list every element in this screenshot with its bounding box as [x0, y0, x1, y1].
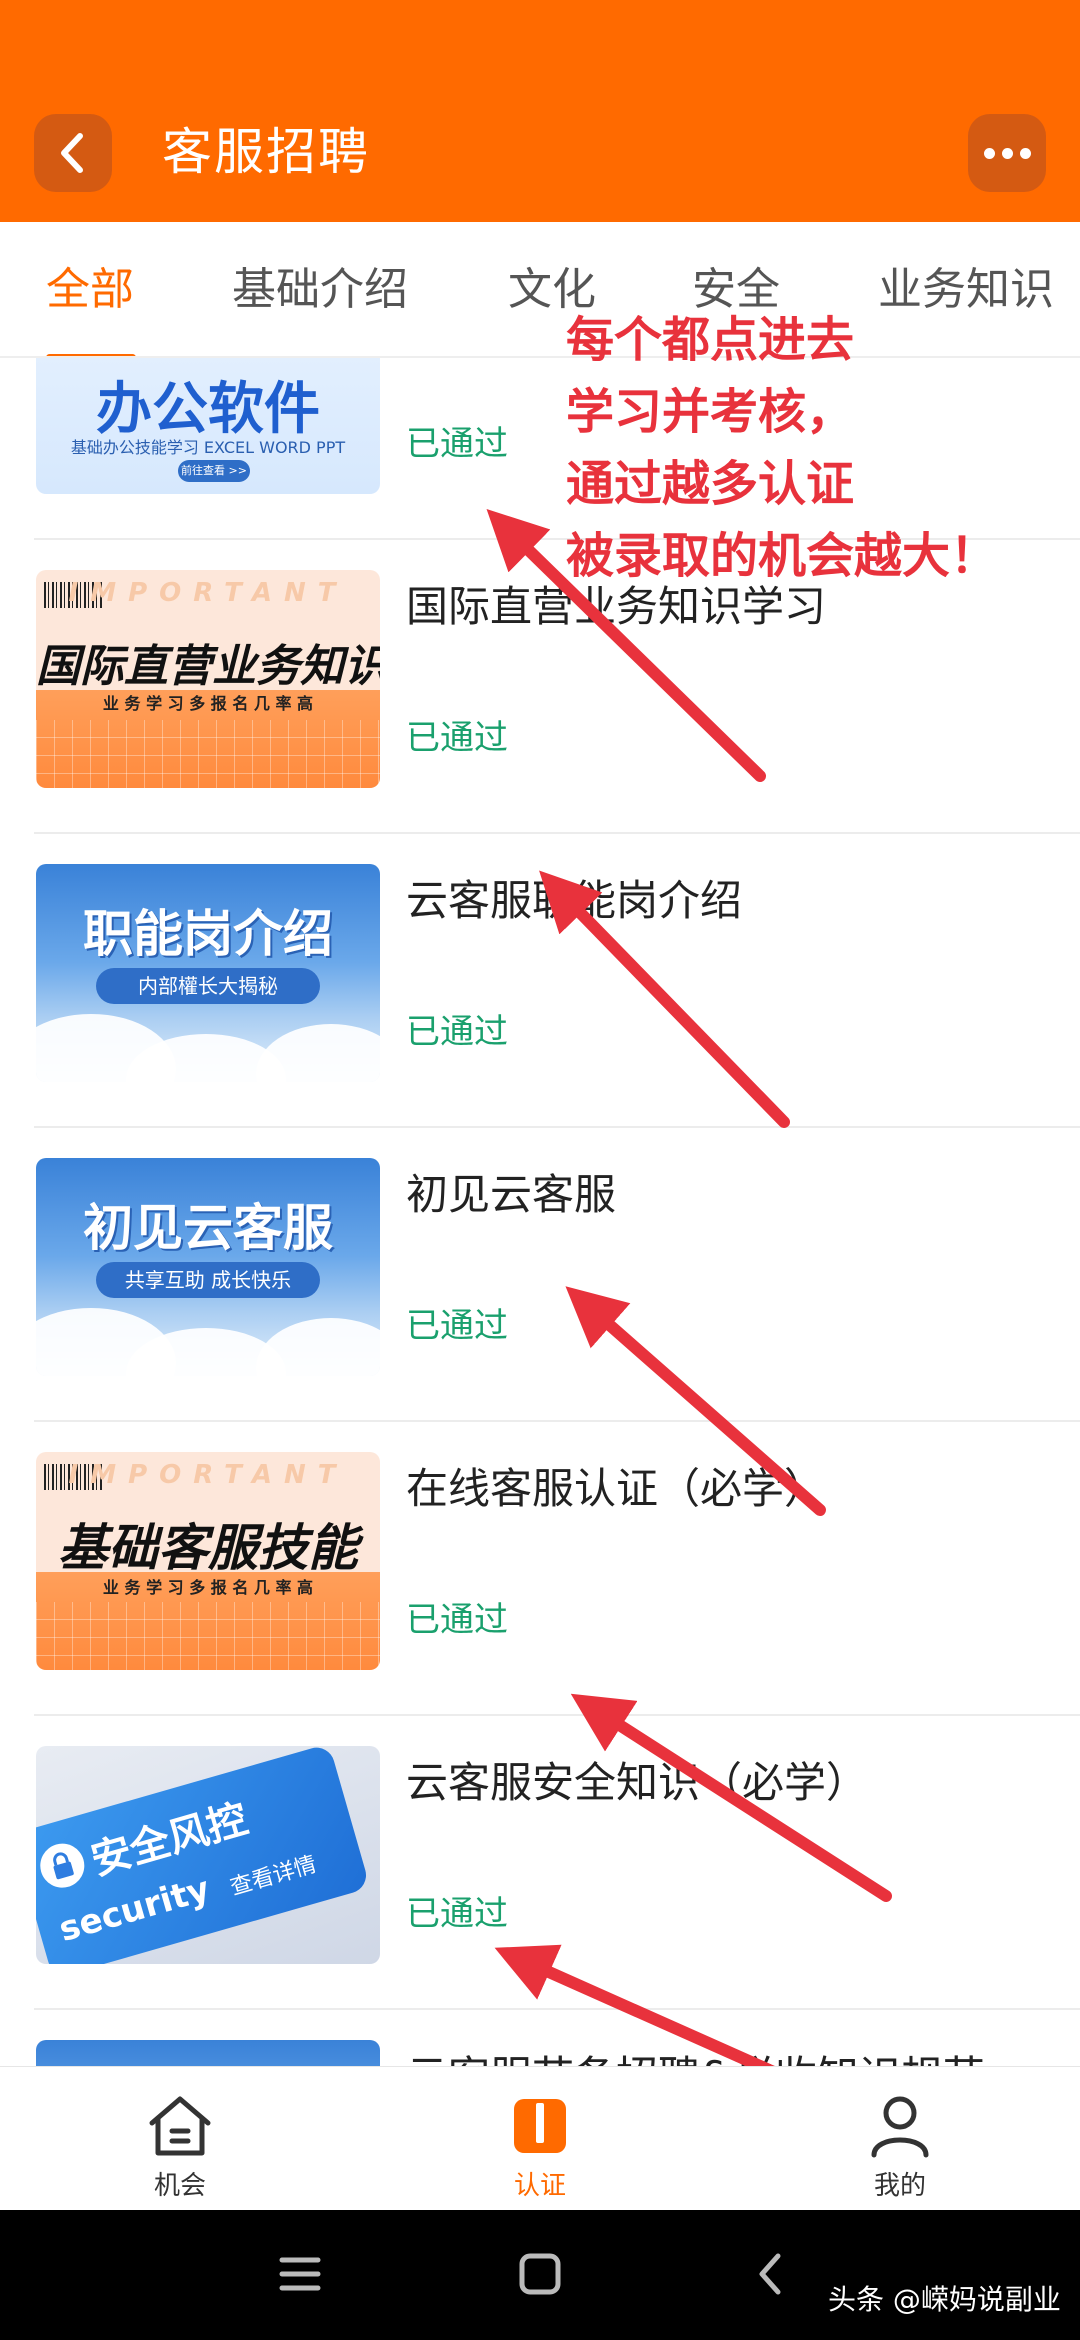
course-title: 云客服安全知识（必学）: [406, 1758, 869, 1807]
security-block-image: 安全风控 security 查看详情: [36, 1746, 371, 1964]
annotation-line: 通过越多认证: [566, 456, 855, 512]
annotation-text: 每个都点进去 学习并考核， 通过越多认证 被录取的机会越大！: [566, 304, 1066, 592]
home-icon: [149, 2096, 211, 2156]
status-badge: 已通过: [406, 1600, 508, 1640]
status-badge: 已通过: [406, 1306, 508, 1346]
nav-label: 机会: [153, 2171, 206, 2201]
thumbnail-headline: 初见云客服: [83, 1199, 333, 1257]
status-badge: 已通过: [406, 1012, 508, 1052]
cloud-image: [256, 1318, 380, 1376]
nav-mine[interactable]: 我的: [800, 2067, 1000, 2211]
course-thumbnail: 职能岗介绍 内部權长大揭秘: [36, 864, 380, 1082]
thumbnail-subtitle: 内部權长大揭秘: [96, 968, 320, 1004]
status-badge: 已通过: [406, 424, 508, 464]
list-item[interactable]: 职能岗介绍 内部權长大揭秘 云客服职能岗介绍 已通过: [34, 834, 1080, 1128]
thumbnail-headline: 基础客服技能: [58, 1519, 358, 1577]
nav-label: 认证: [513, 2171, 566, 2201]
thumbnail-button: 查看详情: [227, 1852, 320, 1901]
thumbnail-headline: 职能岗介绍: [83, 905, 333, 963]
thumbnail-subtitle: 共享互助 成长快乐: [96, 1262, 320, 1298]
list-item[interactable]: 安全风控 security 查看详情 云客服安全知识（必学） 已通过: [34, 1716, 1080, 2010]
chevron-left-icon: [61, 133, 83, 173]
thumbnail-subtitle: 基础办公技能学习 EXCEL WORD PPT: [70, 438, 346, 457]
more-dots-icon: [1020, 148, 1031, 159]
thumbnail-subtitle: 业 务 学 习 多 报 名 几 率 高: [102, 1578, 314, 1597]
nav-label: 我的: [873, 2171, 926, 2201]
back-button[interactable]: [34, 114, 112, 192]
annotation-line: 学习并考核，: [566, 384, 855, 440]
course-title: 初见云客服: [406, 1170, 617, 1219]
more-options-button[interactable]: [968, 114, 1046, 192]
menu-icon[interactable]: [270, 2244, 330, 2304]
grid-pattern: [36, 1602, 380, 1670]
certificate-icon: [514, 2099, 566, 2153]
app-header: 客服招聘: [0, 0, 1080, 222]
course-thumbnail: IMPORTANT 基础客服技能 业 务 学 习 多 报 名 几 率 高: [36, 1452, 380, 1670]
page-title: 客服招聘: [162, 123, 370, 181]
thumbnail-button: 前往查看 >>: [178, 460, 250, 482]
user-icon: [871, 2096, 929, 2158]
list-item[interactable]: IMPORTANT 基础客服技能 业 务 学 习 多 报 名 几 率 高 在线客…: [34, 1422, 1080, 1716]
thumbnail-watermark: IMPORTANT: [68, 578, 348, 608]
annotation-line: 每个都点进去: [566, 312, 855, 368]
nav-opportunity[interactable]: 机会: [80, 2067, 280, 2211]
thumbnail-headline: 办公软件: [96, 377, 320, 442]
tab-all[interactable]: 全部: [46, 262, 134, 318]
cloud-image: [256, 1024, 380, 1082]
back-arrow-icon[interactable]: [742, 2244, 802, 2304]
course-thumbnail: 初见云客服 共享互助 成长快乐: [36, 1158, 380, 1376]
system-navigation-bar: [0, 2210, 1080, 2340]
course-thumbnail: 安全风控 security 查看详情: [36, 1746, 380, 1964]
course-title: 云客服职能岗介绍: [406, 876, 743, 925]
grid-pattern: [36, 720, 380, 788]
thumbnail-subtitle: 业 务 学 习 多 报 名 几 率 高: [102, 694, 314, 713]
thumbnail-watermark: IMPORTANT: [68, 1460, 348, 1490]
status-badge: 已通过: [406, 718, 508, 758]
home-square-icon[interactable]: [510, 2244, 570, 2304]
course-thumbnail: 办公软件 基础办公技能学习 EXCEL WORD PPT 前往查看 >>: [36, 358, 380, 494]
tab-basic-intro[interactable]: 基础介绍: [232, 262, 408, 318]
thumbnail-headline: 国际直营业务知识: [36, 641, 380, 692]
annotation-line: 被录取的机会越大！: [566, 528, 999, 584]
list-item[interactable]: 初见云客服 共享互助 成长快乐 初见云客服 已通过: [34, 1128, 1080, 1422]
list-item[interactable]: 云客服节备招聘&税收知识规范: [34, 2010, 1080, 2066]
course-thumbnail: IMPORTANT 国际直营业务知识 业 务 学 习 多 报 名 几 率 高: [36, 570, 380, 788]
course-list: 办公软件 基础办公技能学习 EXCEL WORD PPT 前往查看 >> 已通过…: [0, 358, 1080, 2066]
lock-icon: [36, 1838, 90, 1893]
nav-certification[interactable]: 认证: [440, 2067, 640, 2211]
more-dots-icon: [1002, 148, 1013, 159]
bottom-navigation: 机会 认证 我的: [0, 2066, 1080, 2211]
course-title: 在线客服认证（必学）: [406, 1464, 827, 1513]
course-thumbnail: [36, 2040, 380, 2066]
status-badge: 已通过: [406, 1894, 508, 1934]
more-dots-icon: [984, 148, 995, 159]
course-title: 云客服节备招聘&税收知识规范: [406, 2050, 985, 2066]
watermark: 头条 @嵘妈说副业: [828, 2283, 1061, 2316]
